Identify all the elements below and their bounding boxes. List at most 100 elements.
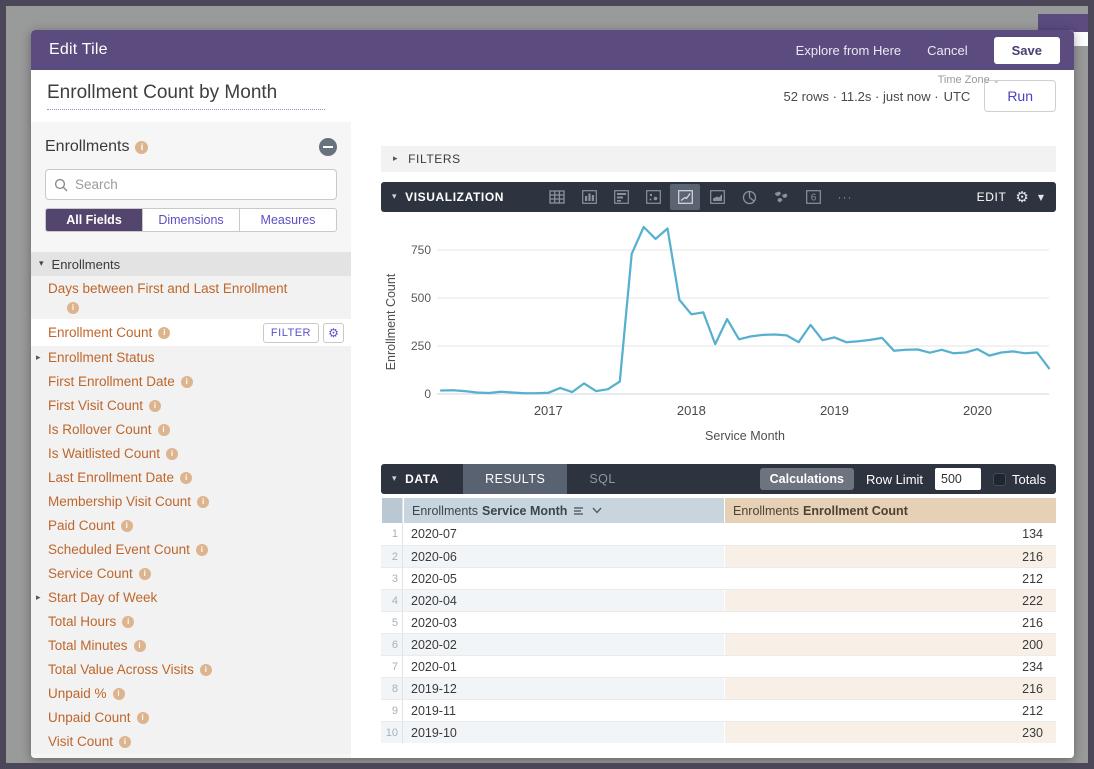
service-month-column-header[interactable]: EnrollmentsService Month xyxy=(403,498,724,523)
table-row[interactable]: 22020-06216 xyxy=(381,545,1056,567)
field-item[interactable]: Paid Counti xyxy=(31,514,351,538)
enrollment-count-column-header[interactable]: EnrollmentsEnrollment Count xyxy=(724,498,1056,523)
single-value-icon[interactable]: 6 xyxy=(798,184,828,210)
tab-measures[interactable]: Measures xyxy=(239,209,336,231)
table-row[interactable]: 102019-10230 xyxy=(381,721,1056,743)
field-item[interactable]: Total Minutesi xyxy=(31,634,351,658)
field-item[interactable]: ▸Start Day of Week xyxy=(31,586,351,610)
enrollment-count-cell[interactable]: 212 xyxy=(724,568,1056,589)
service-month-cell[interactable]: 2020-03 xyxy=(403,612,724,633)
totals-toggle[interactable]: Totals xyxy=(993,472,1046,487)
tab-sql[interactable]: SQL xyxy=(567,464,638,494)
visualization-section-toggle[interactable]: ▾ VISUALIZATION xyxy=(381,190,504,204)
row-number-cell[interactable]: 2 xyxy=(381,546,403,567)
row-limit-input[interactable] xyxy=(935,468,981,490)
table-row[interactable]: 62020-02200 xyxy=(381,633,1056,655)
service-month-cell[interactable]: 2020-01 xyxy=(403,656,724,677)
viz-edit-button[interactable]: EDIT xyxy=(977,190,1007,204)
enrollment-count-cell[interactable]: 216 xyxy=(724,678,1056,699)
field-item[interactable]: Last Enrollment Datei xyxy=(31,466,351,490)
table-row[interactable]: 82019-12216 xyxy=(381,677,1056,699)
row-number-cell[interactable]: 8 xyxy=(381,678,403,699)
row-number-cell[interactable]: 4 xyxy=(381,590,403,611)
enrollment-count-cell[interactable]: 234 xyxy=(724,656,1056,677)
table-row[interactable]: 92019-11212 xyxy=(381,699,1056,721)
field-item[interactable]: Membership Visit Counti xyxy=(31,490,351,514)
column-chart-icon[interactable] xyxy=(574,184,604,210)
service-month-cell[interactable]: 2019-11 xyxy=(403,700,724,721)
row-number-cell[interactable]: 10 xyxy=(381,722,403,743)
enrollment-count-cell[interactable]: 230 xyxy=(724,722,1056,743)
table-row[interactable]: 12020-07134 xyxy=(381,523,1056,545)
chevron-down-icon[interactable]: ▼ xyxy=(1038,193,1044,202)
enrollment-count-cell[interactable]: 134 xyxy=(724,523,1056,545)
tab-dimensions[interactable]: Dimensions xyxy=(142,209,239,231)
table-row[interactable]: 32020-05212 xyxy=(381,567,1056,589)
field-item[interactable]: First Enrollment Datei xyxy=(31,370,351,394)
calculations-button[interactable]: Calculations xyxy=(760,468,854,490)
filters-section-toggle[interactable]: ▸ FILTERS xyxy=(381,146,1056,172)
table-row[interactable]: 72020-01234 xyxy=(381,655,1056,677)
field-section-header[interactable]: ▾ Enrollments xyxy=(31,252,351,276)
field-item[interactable]: Scheduled Event Counti xyxy=(31,538,351,562)
service-month-cell[interactable]: 2020-02 xyxy=(403,634,724,655)
field-item[interactable]: Is Waitlisted Counti xyxy=(31,442,351,466)
field-item[interactable]: Unpaid Counti xyxy=(31,706,351,730)
area-chart-icon[interactable] xyxy=(702,184,732,210)
enrollment-count-cell[interactable]: 222 xyxy=(724,590,1056,611)
cancel-link[interactable]: Cancel xyxy=(927,43,967,58)
field-search[interactable] xyxy=(45,169,337,200)
enrollment-line-chart[interactable]: 02505007502017201820192020Enrollment Cou… xyxy=(381,218,1056,450)
row-number-cell[interactable]: 5 xyxy=(381,612,403,633)
field-item[interactable]: Service Counti xyxy=(31,562,351,586)
row-number-cell[interactable]: 6 xyxy=(381,634,403,655)
field-item[interactable]: Total Hoursi xyxy=(31,610,351,634)
tab-results[interactable]: RESULTS xyxy=(463,464,567,494)
service-month-cell[interactable]: 2020-05 xyxy=(403,568,724,589)
chevron-down-icon[interactable] xyxy=(592,507,602,514)
field-item[interactable]: Unpaid %i xyxy=(31,682,351,706)
row-number-cell[interactable]: 7 xyxy=(381,656,403,677)
explore-from-here-link[interactable]: Explore from Here xyxy=(796,43,901,58)
field-item[interactable]: First Visit Counti xyxy=(31,394,351,418)
field-item[interactable]: Total Value Across Visitsi xyxy=(31,658,351,682)
filter-button[interactable]: FILTER xyxy=(263,323,319,343)
field-item[interactable]: Enrollment CountiFILTER⚙ xyxy=(31,319,351,346)
enrollment-count-cell[interactable]: 216 xyxy=(724,546,1056,567)
row-number-cell[interactable]: 9 xyxy=(381,700,403,721)
table-row[interactable]: 42020-04222 xyxy=(381,589,1056,611)
table-chart-icon[interactable] xyxy=(542,184,572,210)
enrollment-count-cell[interactable]: 200 xyxy=(724,634,1056,655)
row-number-cell[interactable]: 1 xyxy=(381,523,403,545)
collapse-view-button[interactable] xyxy=(319,138,337,156)
sort-icon[interactable] xyxy=(574,506,585,516)
line-chart-icon[interactable] xyxy=(670,184,700,210)
table-row[interactable]: 52020-03216 xyxy=(381,611,1056,633)
service-month-cell[interactable]: 2020-04 xyxy=(403,590,724,611)
map-chart-icon[interactable] xyxy=(766,184,796,210)
timezone-control[interactable]: Time Zone ⌄ UTC xyxy=(944,89,971,104)
enrollment-count-cell[interactable]: 212 xyxy=(724,700,1056,721)
service-month-cell[interactable]: 2020-06 xyxy=(403,546,724,567)
row-number-cell[interactable]: 3 xyxy=(381,568,403,589)
field-item[interactable]: Is Rollover Counti xyxy=(31,418,351,442)
enrollment-count-cell[interactable]: 216 xyxy=(724,612,1056,633)
viz-gear-icon[interactable]: ⚙ xyxy=(1015,190,1028,205)
search-input[interactable] xyxy=(75,177,328,192)
more-chart-types-icon[interactable]: ··· xyxy=(830,184,860,210)
service-month-cell[interactable]: 2019-10 xyxy=(403,722,724,743)
save-button[interactable]: Save xyxy=(994,37,1060,64)
scatter-chart-icon[interactable] xyxy=(638,184,668,210)
field-item[interactable]: ▸Enrollment Status xyxy=(31,346,351,370)
field-item[interactable]: Days between First and Last Enrollmenti xyxy=(31,276,351,319)
gear-icon[interactable]: ⚙ xyxy=(323,323,344,343)
tile-title-input[interactable]: Enrollment Count by Month xyxy=(47,82,325,110)
bar-chart-icon[interactable] xyxy=(606,184,636,210)
field-item[interactable]: Visit Counti xyxy=(31,730,351,754)
pie-chart-icon[interactable] xyxy=(734,184,764,210)
service-month-cell[interactable]: 2019-12 xyxy=(403,678,724,699)
totals-checkbox[interactable] xyxy=(993,473,1006,486)
data-section-toggle[interactable]: ▾ DATA xyxy=(381,472,439,486)
tab-all-fields[interactable]: All Fields xyxy=(46,209,142,231)
service-month-cell[interactable]: 2020-07 xyxy=(403,523,724,545)
